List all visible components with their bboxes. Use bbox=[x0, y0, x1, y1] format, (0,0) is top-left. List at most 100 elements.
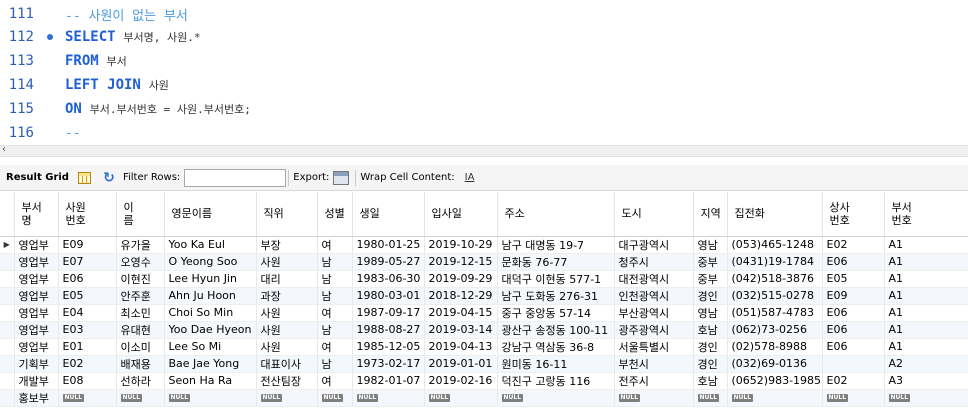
table-row[interactable]: 홍보부 NULL NULL NULL NULL NULL NULL NULL NULL NULL N… bbox=[0, 389, 968, 407]
table-cell[interactable]: 영업부 bbox=[14, 270, 59, 288]
table-cell[interactable]: 대전광역시 bbox=[614, 270, 694, 288]
table-cell[interactable]: 사원 bbox=[256, 321, 318, 339]
row-marker[interactable] bbox=[0, 372, 15, 390]
column-header-2[interactable]: 사원 번호 bbox=[58, 192, 117, 237]
table-cell[interactable]: 호남 bbox=[693, 321, 728, 339]
column-header-10[interactable]: 도시 bbox=[614, 192, 694, 237]
table-cell[interactable]: 이소미 bbox=[116, 338, 165, 356]
current-row-indicator-icon[interactable]: ▶ bbox=[0, 236, 15, 254]
table-cell[interactable]: 호남 bbox=[693, 372, 728, 390]
row-marker[interactable] bbox=[0, 355, 15, 373]
table-cell[interactable]: 남 bbox=[317, 355, 353, 373]
table-row[interactable]: 영업부 E05 안주훈 Ahn Ju Hoon 과장 남 1980-03-01 2018-12… bbox=[0, 287, 968, 305]
table-cell[interactable]: 사원 bbox=[256, 304, 318, 322]
code-line-111[interactable]: 111 -- 사원이 없는 부서 bbox=[0, 2, 968, 26]
table-cell[interactable]: 영업부 bbox=[14, 338, 59, 356]
row-marker[interactable] bbox=[0, 304, 15, 322]
filter-rows-input[interactable] bbox=[184, 168, 287, 187]
table-cell[interactable]: 과장 bbox=[256, 287, 318, 305]
table-cell[interactable]: 2019-04-13 bbox=[424, 338, 498, 356]
table-cell[interactable]: (062)73-0256 bbox=[727, 321, 823, 339]
column-header-12[interactable]: 집전화 bbox=[727, 192, 823, 237]
table-cell[interactable]: 사원 bbox=[256, 253, 318, 271]
table-cell[interactable]: 1982-01-07 bbox=[352, 372, 425, 390]
table-cell[interactable]: NULL bbox=[727, 389, 823, 407]
code-line-114[interactable]: 114 LEFT JOIN 사원 bbox=[0, 73, 968, 97]
table-cell[interactable] bbox=[822, 355, 885, 373]
table-cell[interactable]: E08 bbox=[58, 372, 117, 390]
table-cell[interactable]: E06 bbox=[58, 270, 117, 288]
table-cell[interactable]: 1988-08-27 bbox=[352, 321, 425, 339]
table-cell[interactable]: 영업부 bbox=[14, 304, 59, 322]
table-cell[interactable]: E07 bbox=[58, 253, 117, 271]
table-cell[interactable]: 청주시 bbox=[614, 253, 694, 271]
row-marker[interactable] bbox=[0, 389, 15, 407]
table-cell[interactable]: 영업부 bbox=[14, 287, 59, 305]
table-cell[interactable]: 2019-01-01 bbox=[424, 355, 498, 373]
row-marker[interactable] bbox=[0, 287, 15, 305]
table-cell[interactable]: E05 bbox=[58, 287, 117, 305]
code-line-116[interactable]: 116 -- bbox=[0, 121, 968, 145]
row-marker[interactable] bbox=[0, 270, 15, 288]
table-cell[interactable]: 서울특별시 bbox=[614, 338, 694, 356]
table-cell[interactable]: 1980-03-01 bbox=[352, 287, 425, 305]
table-cell[interactable]: 안주훈 bbox=[116, 287, 165, 305]
table-cell[interactable]: 1983-06-30 bbox=[352, 270, 425, 288]
sql-editor[interactable]: 111 -- 사원이 없는 부서 112 SELECT 부서명, 사원.* 11… bbox=[0, 0, 968, 145]
row-marker[interactable] bbox=[0, 253, 15, 271]
table-cell[interactable]: 2019-09-29 bbox=[424, 270, 498, 288]
table-cell[interactable]: 부장 bbox=[256, 236, 318, 254]
table-cell[interactable]: 대표이사 bbox=[256, 355, 318, 373]
table-cell[interactable]: 영업부 bbox=[14, 321, 59, 339]
table-cell[interactable]: 남구 도화동 276-31 bbox=[497, 287, 615, 305]
table-cell[interactable]: 2019-02-16 bbox=[424, 372, 498, 390]
table-cell[interactable]: A1 bbox=[884, 287, 968, 305]
table-cell[interactable]: 중부 bbox=[693, 253, 728, 271]
code-line-115[interactable]: 115 ON 부서.부서번호 = 사원.부서번호; bbox=[0, 97, 968, 121]
table-row[interactable]: 영업부 E03 유대현 Yoo Dae Hyeon 사원 남 1988-08-27 2019-… bbox=[0, 321, 968, 339]
table-cell[interactable]: Ahn Ju Hoon bbox=[164, 287, 257, 305]
table-cell[interactable]: 배재용 bbox=[116, 355, 165, 373]
table-cell[interactable]: E06 bbox=[822, 304, 885, 322]
table-row[interactable]: 영업부 E01 이소미 Lee So Mi 사원 여 1985-12-05 2019-04-1… bbox=[0, 338, 968, 356]
table-cell[interactable]: 여 bbox=[317, 372, 353, 390]
table-cell[interactable]: 인천광역시 bbox=[614, 287, 694, 305]
table-cell[interactable]: 1989-05-27 bbox=[352, 253, 425, 271]
column-header-1[interactable]: 부서 명 bbox=[14, 192, 59, 237]
row-marker[interactable] bbox=[0, 321, 15, 339]
table-cell[interactable]: 대리 bbox=[256, 270, 318, 288]
table-cell[interactable]: 전산팀장 bbox=[256, 372, 318, 390]
table-cell[interactable]: 1985-12-05 bbox=[352, 338, 425, 356]
table-cell[interactable]: NULL bbox=[693, 389, 728, 407]
table-cell[interactable]: 영남 bbox=[693, 236, 728, 254]
table-cell[interactable]: 여 bbox=[317, 338, 353, 356]
table-cell[interactable]: 2019-10-29 bbox=[424, 236, 498, 254]
table-cell[interactable]: E09 bbox=[822, 287, 885, 305]
table-cell[interactable]: E02 bbox=[58, 355, 117, 373]
table-cell[interactable]: 전주시 bbox=[614, 372, 694, 390]
table-cell[interactable]: 강남구 역삼동 36-8 bbox=[497, 338, 615, 356]
table-cell[interactable]: NULL bbox=[352, 389, 425, 407]
table-cell[interactable]: NULL bbox=[256, 389, 318, 407]
table-cell[interactable]: E09 bbox=[58, 236, 117, 254]
table-cell[interactable]: 이현진 bbox=[116, 270, 165, 288]
table-cell[interactable]: 유대현 bbox=[116, 321, 165, 339]
table-cell[interactable]: A1 bbox=[884, 236, 968, 254]
column-header-6[interactable]: 성별 bbox=[317, 192, 353, 237]
table-cell[interactable]: 2018-12-29 bbox=[424, 287, 498, 305]
table-cell[interactable]: 개발부 bbox=[14, 372, 59, 390]
editor-horizontal-scrollbar[interactable]: ‹ bbox=[0, 144, 968, 157]
table-cell[interactable]: (02)578-8988 bbox=[727, 338, 823, 356]
table-cell[interactable]: E02 bbox=[822, 236, 885, 254]
table-cell[interactable]: E03 bbox=[58, 321, 117, 339]
table-cell[interactable]: 중구 중앙동 57-14 bbox=[497, 304, 615, 322]
table-row[interactable]: 영업부 E07 오영수 O Yeong Soo 사원 남 1989-05-27 2019-12… bbox=[0, 253, 968, 271]
table-cell[interactable]: 경인 bbox=[693, 355, 728, 373]
scroll-left-arrow-icon[interactable]: ‹ bbox=[2, 144, 6, 155]
table-cell[interactable]: 1987-09-17 bbox=[352, 304, 425, 322]
table-cell[interactable]: (0652)983-1985 bbox=[727, 372, 823, 390]
table-cell[interactable]: A1 bbox=[884, 338, 968, 356]
table-cell[interactable]: Lee Hyun Jin bbox=[164, 270, 257, 288]
table-cell[interactable]: (032)69-0136 bbox=[727, 355, 823, 373]
table-row[interactable]: 개발부 E08 선하라 Seon Ha Ra 전산팀장 여 1982-01-07 2019-0… bbox=[0, 372, 968, 390]
